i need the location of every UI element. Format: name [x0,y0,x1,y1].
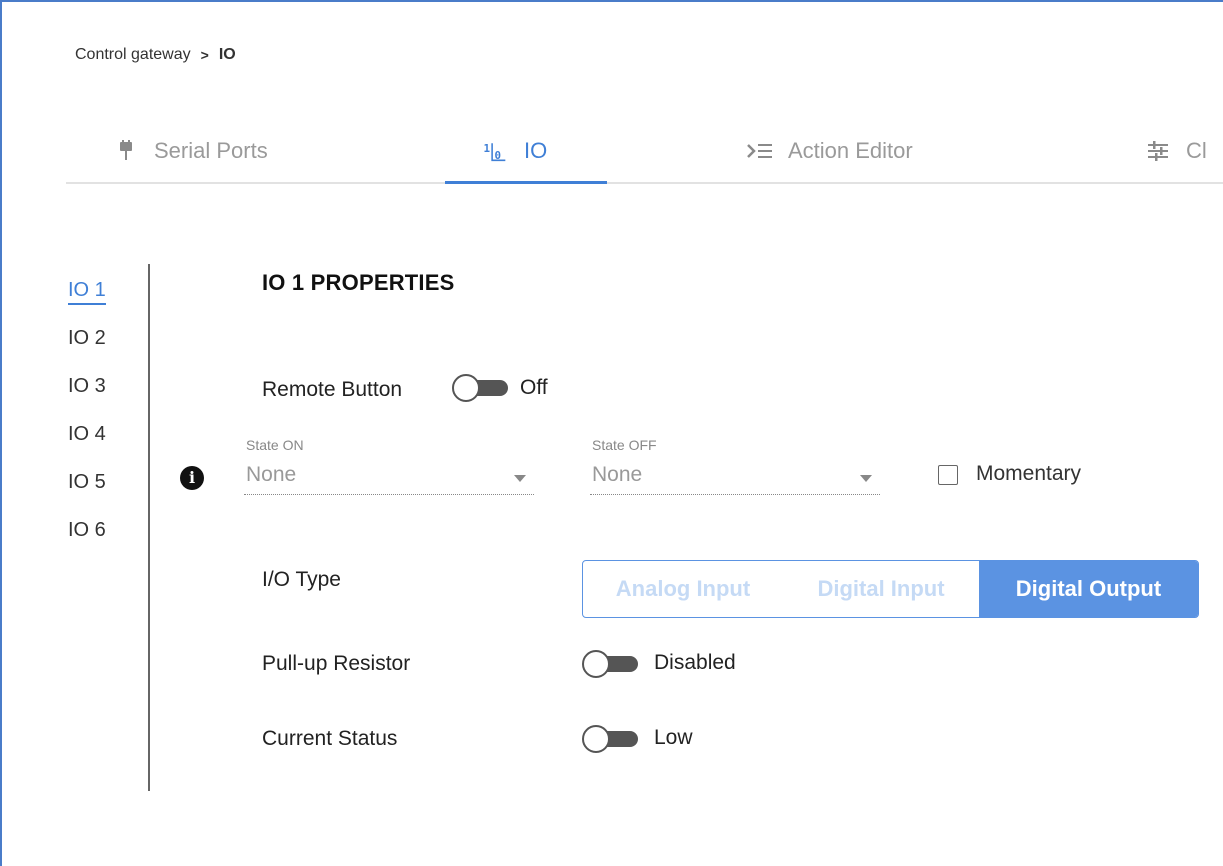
tab-io-label: IO [524,138,548,163]
plug-icon [112,137,140,165]
side-item-io3[interactable]: IO 3 [68,368,128,416]
current-status-state: Low [654,726,693,749]
io-icon: 10 [482,137,510,165]
state-on-value: None [246,463,297,486]
side-item-io1[interactable]: IO 1 [68,272,128,320]
pullup-resistor-label: Pull-up Resistor [262,652,411,675]
tab-serial-ports[interactable]: Serial Ports [112,118,268,184]
momentary-label[interactable]: Momentary [976,462,1081,486]
current-status-label: Current Status [262,727,398,750]
remote-button-state: Off [520,376,548,399]
side-item-io2[interactable]: IO 2 [68,320,128,368]
io-type-analog-input[interactable]: Analog Input [583,561,783,617]
tab-action-editor[interactable]: Action Editor [746,118,913,184]
svg-text:1: 1 [484,142,491,155]
side-item-io6[interactable]: IO 6 [68,512,128,560]
io-type-digital-input[interactable]: Digital Input [783,561,979,617]
state-off-select[interactable]: State OFF None [590,437,880,495]
sliders-icon [1144,137,1172,165]
io-type-label: I/O Type [262,568,341,591]
breadcrumb: Control gateway > IO [75,46,236,64]
action-editor-icon [746,137,774,165]
remote-button-toggle[interactable] [452,374,510,402]
vertical-divider [148,264,150,791]
tab-bar: Serial Ports 10 IO Action Editor Cl [66,118,1223,184]
chevron-down-icon [860,475,872,482]
state-on-select[interactable]: State ON None [244,437,534,495]
state-on-label: State ON [246,437,304,453]
breadcrumb-parent[interactable]: Control gateway [75,46,191,64]
pullup-resistor-toggle[interactable] [582,650,640,678]
tab-cl[interactable]: Cl [1144,118,1207,184]
side-item-io4[interactable]: IO 4 [68,416,128,464]
momentary-checkbox[interactable] [938,465,958,485]
pullup-resistor-state: Disabled [654,651,736,674]
breadcrumb-separator: > [200,47,209,63]
side-item-io5[interactable]: IO 5 [68,464,128,512]
current-status-toggle[interactable] [582,725,640,753]
info-icon[interactable]: i [180,466,204,490]
active-tab-indicator [445,181,607,184]
chevron-down-icon [514,475,526,482]
tab-io[interactable]: 10 IO [482,118,548,184]
breadcrumb-current: IO [218,46,236,63]
state-off-value: None [592,463,643,486]
tab-cl-label: Cl [1186,138,1207,163]
tab-action-editor-label: Action Editor [788,138,913,163]
state-off-label: State OFF [592,437,657,453]
tab-serial-ports-label: Serial Ports [154,138,268,163]
properties-title: IO 1 PROPERTIES [262,270,455,295]
io-type-selector: Analog Input Digital Input Digital Outpu… [582,560,1199,618]
io-type-digital-output[interactable]: Digital Output [979,561,1198,617]
remote-button-label: Remote Button [262,378,403,401]
io-side-nav: IO 1 IO 2 IO 3 IO 4 IO 5 IO 6 [68,272,128,560]
